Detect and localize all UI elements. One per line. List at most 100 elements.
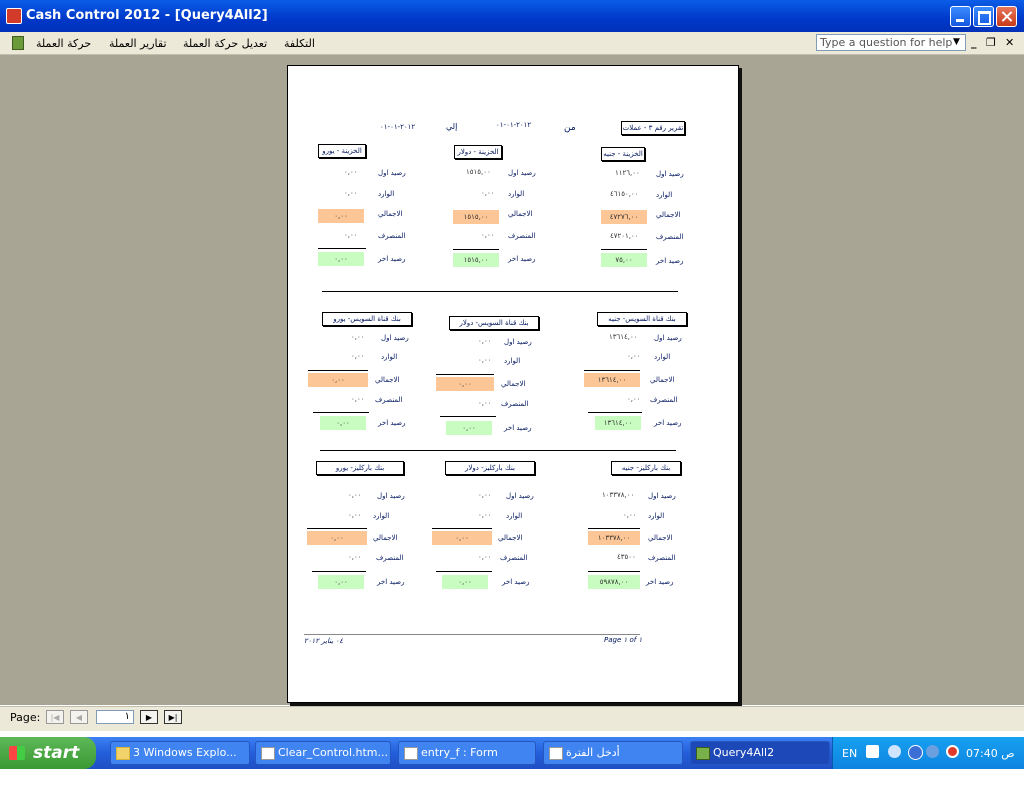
section3-egp-rule-top: [588, 528, 640, 529]
section3-eur-incoming: ٠,٠٠: [348, 511, 362, 519]
section3-egp-opening-label: رصيد اول: [648, 492, 676, 500]
section1-usd-header: الخزينة - دولار: [454, 145, 502, 159]
task-label: 3 Windows Explo...: [133, 746, 237, 759]
section2-usd-incoming: ٠,٠٠: [478, 356, 492, 364]
section3-eur-spent: ٠,٠٠: [348, 553, 362, 561]
section1-eur-total-label: الاجمالي: [378, 210, 403, 218]
task-clear-control[interactable]: Clear_Control.htm...: [255, 741, 391, 765]
page-number-input[interactable]: ١: [96, 710, 134, 724]
section3-usd-incoming-label: الوارد: [506, 512, 523, 520]
chevron-left-icon[interactable]: [908, 745, 923, 760]
section2-eur-closing: ٠,٠٠: [320, 416, 366, 430]
language-indicator[interactable]: EN: [842, 747, 857, 760]
monitor-icon[interactable]: [926, 745, 939, 758]
section1-eur-total: ٠,٠٠: [318, 209, 364, 223]
section1-usd-opening: ١٥١٥,٠٠: [466, 168, 491, 176]
db-icon[interactable]: [12, 36, 24, 50]
task-enter-period[interactable]: أدخل الفترة: [543, 741, 683, 765]
footer-rule: [304, 634, 640, 635]
section3-egp-spent-label: المنصرف: [648, 554, 676, 562]
section2-usd-opening-label: رصيد اول: [504, 338, 532, 346]
section1-usd-total-label: الاجمالي: [508, 210, 533, 218]
section2-egp-total-label: الاجمالي: [650, 376, 675, 384]
task-query4all2[interactable]: Query4All2: [690, 741, 830, 765]
section2-eur-total: ٠,٠٠: [308, 373, 368, 387]
section3-usd-opening-label: رصيد اول: [506, 492, 534, 500]
page-label: Page:: [10, 711, 41, 724]
section3-usd-total-label: الاجمالي: [498, 534, 523, 542]
section2-usd-incoming-label: الوارد: [504, 357, 521, 365]
section1-eur-closing-label: رصيد اخر: [378, 255, 406, 263]
section2-egp-incoming-label: الوارد: [654, 353, 671, 361]
section3-egp-closing-label: رصيد اخر: [646, 578, 674, 586]
section2-egp-opening-label: رصيد اول: [654, 334, 682, 342]
footer-date: ٠٤ يناير ٢٠١٢: [304, 637, 344, 645]
menu-currency-movement[interactable]: حركة العملة: [36, 37, 91, 50]
section1-egp-closing-label: رصيد اخر: [656, 257, 684, 265]
section2-eur-spent: ٠,٠٠: [351, 395, 365, 403]
section2-egp-closing: ١٣٦١٤,٠٠: [595, 416, 641, 430]
section1-eur-rule: [318, 248, 366, 249]
document-icon: [261, 747, 275, 760]
section2-usd-rule: [440, 416, 496, 417]
section1-egp-incoming-label: الوارد: [656, 191, 673, 199]
minimize-button[interactable]: [950, 6, 971, 27]
section1-eur-incoming-label: الوارد: [378, 190, 395, 198]
section3-usd-closing-label: رصيد اخر: [502, 578, 530, 586]
last-page-icon[interactable]: ▶|: [164, 710, 182, 724]
task-windows-explorer[interactable]: 3 Windows Explo...: [110, 741, 250, 765]
mdi-minimize-icon[interactable]: _: [971, 36, 977, 49]
section2-eur-incoming: ٠,٠٠: [351, 352, 365, 360]
next-page-icon[interactable]: ▶: [140, 710, 158, 724]
section3-usd-opening: ٠,٠٠: [478, 491, 492, 499]
section1-eur-spent: ٠,٠٠: [344, 231, 358, 239]
section3-egp-incoming-label: الوارد: [648, 512, 665, 520]
clock[interactable]: 07:40 ص: [966, 747, 1015, 760]
section2-usd-total: ٠,٠٠: [436, 377, 494, 391]
section3-usd-rule: [436, 571, 492, 572]
mdi-close-icon[interactable]: ✕: [1005, 36, 1014, 49]
close-button[interactable]: [996, 6, 1017, 27]
section2-eur-rule-top: [308, 370, 368, 371]
section3-usd-spent-label: المنصرف: [500, 554, 528, 562]
to-label: إلي: [446, 122, 458, 131]
section3-egp-incoming: ٠,٠٠: [623, 511, 637, 519]
section2-egp-incoming: ٠,٠٠: [627, 352, 641, 360]
section3-eur-header: بنك باركليز- يورو: [316, 461, 404, 475]
start-button[interactable]: start: [0, 737, 96, 769]
section1-usd-incoming-label: الوارد: [508, 190, 525, 198]
previous-page-icon[interactable]: ◀: [70, 710, 88, 724]
task-entry-form[interactable]: entry_f : Form: [398, 741, 536, 765]
section3-egp-total-label: الاجمالي: [648, 534, 673, 542]
section1-usd-closing-label: رصيد اخر: [508, 255, 536, 263]
section2-eur-closing-label: رصيد اخر: [378, 419, 406, 427]
menu-currency-reports[interactable]: تقارير العملة: [109, 37, 167, 50]
section1-eur-spent-label: المنصرف: [378, 232, 406, 240]
section2-eur-rule: [313, 412, 369, 413]
first-page-icon[interactable]: |◀: [46, 710, 64, 724]
maximize-button[interactable]: [973, 6, 994, 27]
section2-usd-closing-label: رصيد اخر: [504, 424, 532, 432]
chevron-down-icon[interactable]: ▼: [953, 37, 960, 47]
help-icon[interactable]: [866, 745, 879, 758]
help-question-input[interactable]: Type a question for help: [816, 34, 966, 51]
section1-egp-total-label: الاجمالي: [656, 211, 681, 219]
network-icon[interactable]: [888, 745, 901, 758]
section1-usd-incoming: ٠,٠٠: [481, 189, 495, 197]
windows-flag-icon: [9, 746, 25, 760]
antivirus-icon[interactable]: [946, 745, 959, 758]
section3-egp-opening: ١٠٣٣٧٨,٠٠: [602, 491, 635, 499]
section-divider: [322, 291, 678, 292]
section1-usd-closing: ١٥١٥,٠٠: [453, 253, 499, 267]
mdi-restore-icon[interactable]: ❐: [986, 36, 996, 49]
section3-egp-rule: [588, 571, 640, 572]
menu-cost[interactable]: التكلفة: [284, 37, 315, 50]
section3-eur-total: ٠,٠٠: [307, 531, 367, 545]
to-date: ٢٠١٢-٠١-٠١: [380, 123, 416, 131]
section2-egp-header: بنك قناة السويس- جنيه: [597, 312, 687, 326]
section1-egp-opening-label: رصيد اول: [656, 170, 684, 178]
from-date: ٢٠١٢-٠١-٠١: [496, 121, 532, 129]
section2-usd-total-label: الاجمالي: [501, 380, 526, 388]
section3-eur-opening: ٠,٠٠: [348, 491, 362, 499]
menu-edit-currency-movement[interactable]: تعديل حركة العملة: [183, 37, 267, 50]
